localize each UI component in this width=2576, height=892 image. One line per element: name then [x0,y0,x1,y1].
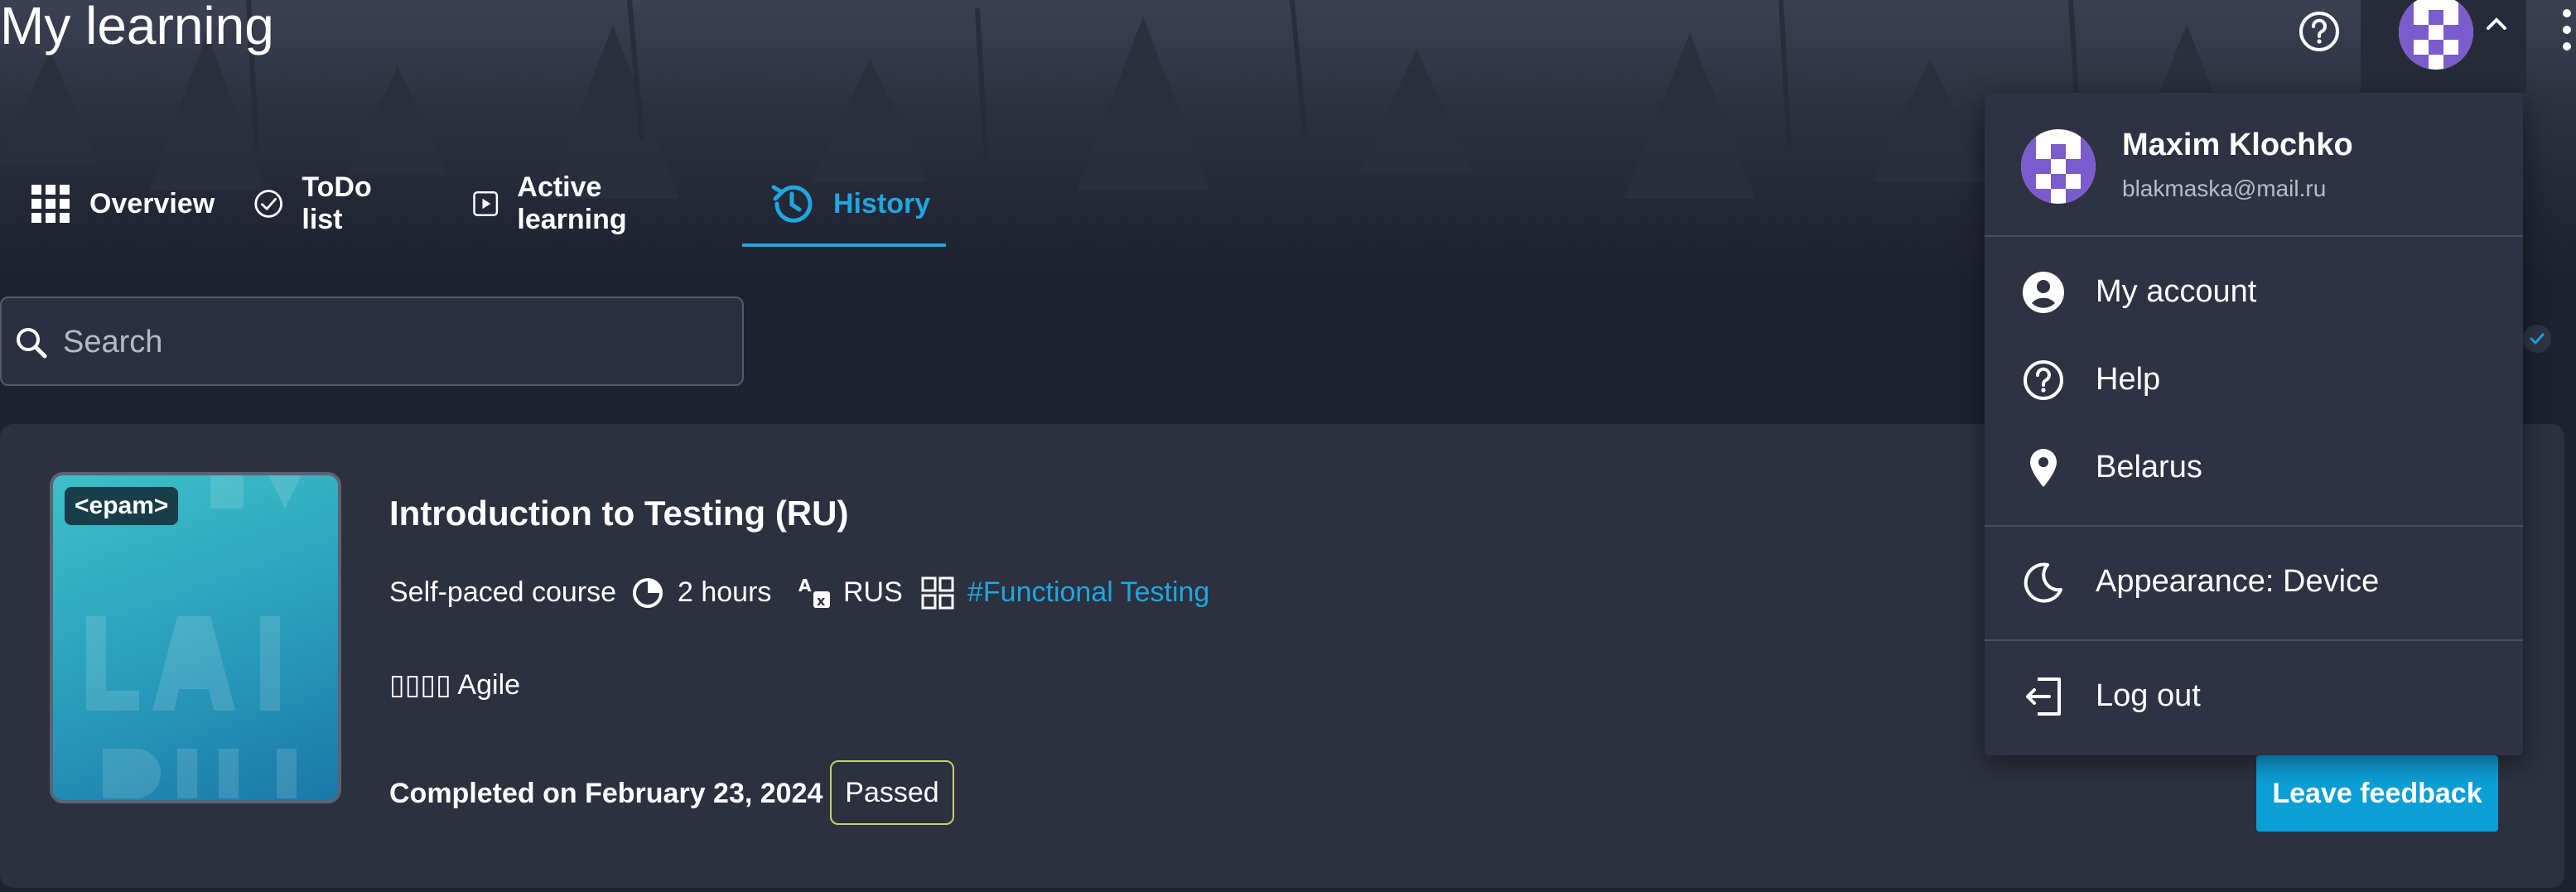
clock-icon [633,578,663,608]
status-badge: Passed [830,760,954,825]
skill-prefix: ▯▯▯▯ [389,669,451,701]
epam-logo: <epam> [65,487,179,525]
tab-overview[interactable]: Overview [30,162,215,245]
search-icon [17,328,47,359]
menu-item-my-account[interactable]: My account [1985,252,2523,331]
user-email: blakmaska@mail.ru [2122,176,2327,201]
vertical-dots-icon[interactable] [2561,5,2573,55]
page-title: My learning [0,0,274,55]
account-circle-icon [2023,272,2064,313]
course-tag-link[interactable]: #Functional Testing [967,571,1209,613]
filter-check-icon[interactable] [2523,325,2551,353]
course-language: RUS [843,576,903,608]
logout-icon [2026,677,2061,716]
svg-text:A: A [798,576,812,595]
course-duration: 2 hours [678,576,772,608]
menu-item-location[interactable]: Belarus [1985,427,2523,507]
tab-todo-list[interactable]: ToDo list [253,162,384,245]
category-grid-icon [921,576,954,610]
tab-active-learning[interactable]: Active learning [472,162,643,245]
translate-icon: A x [798,576,830,609]
completion-date: Completed on February 23, 2024 [389,778,823,809]
course-thumbnail[interactable]: <epam> [50,472,341,803]
leave-feedback-button[interactable]: Leave feedback [2256,755,2498,832]
menu-divider [1985,525,2523,527]
menu-item-appearance[interactable]: Appearance: Device [1985,542,2523,621]
menu-item-label: My account [2096,274,2257,309]
course-skill: ▯▯▯▯ Agile [389,664,520,706]
tab-label: Active learning [517,171,627,235]
menu-item-label: Belarus [2096,450,2202,485]
user-name: Maxim Klochko [2122,128,2353,162]
search-input[interactable] [61,316,727,368]
question-circle-icon [2024,360,2063,400]
tab-label: Overview [89,187,215,219]
menu-item-help[interactable]: Help [1985,340,2523,419]
active-tab-indicator [742,243,946,247]
menu-item-label: Help [2096,362,2161,397]
menu-divider [1985,235,2523,237]
search-box [0,297,744,386]
tab-label: ToDo list [301,171,372,235]
pixel-avatar-icon [2021,129,2096,204]
moon-icon [2024,562,2062,603]
user-dropdown-menu: Maxim Klochko blakmaska@mail.ru My accou… [1985,93,2523,755]
menu-item-label: Log out [2096,678,2201,713]
course-type: Self-paced course [389,576,617,608]
course-title[interactable]: Introduction to Testing (RU) [389,494,848,533]
location-pin-icon [2030,449,2057,487]
menu-item-logout[interactable]: Log out [1985,656,2523,735]
tab-history[interactable]: History [769,162,930,245]
play-square-icon [473,191,499,216]
pixel-avatar-icon [2399,0,2473,70]
chevron-up-icon [2487,17,2506,30]
help-button[interactable] [2296,8,2342,55]
question-circle-icon [2299,12,2339,51]
menu-item-label: Appearance: Device [2096,564,2380,599]
menu-divider [1985,639,2523,641]
checkmark-icon [2530,333,2545,345]
svg-text:x: x [817,593,826,609]
check-circle-icon [254,190,282,218]
history-clock-icon [771,185,813,223]
grid-dots-icon [31,185,70,223]
skill-label: Agile [457,669,521,701]
tab-label: History [833,187,931,219]
user-menu-button[interactable] [2361,0,2526,93]
